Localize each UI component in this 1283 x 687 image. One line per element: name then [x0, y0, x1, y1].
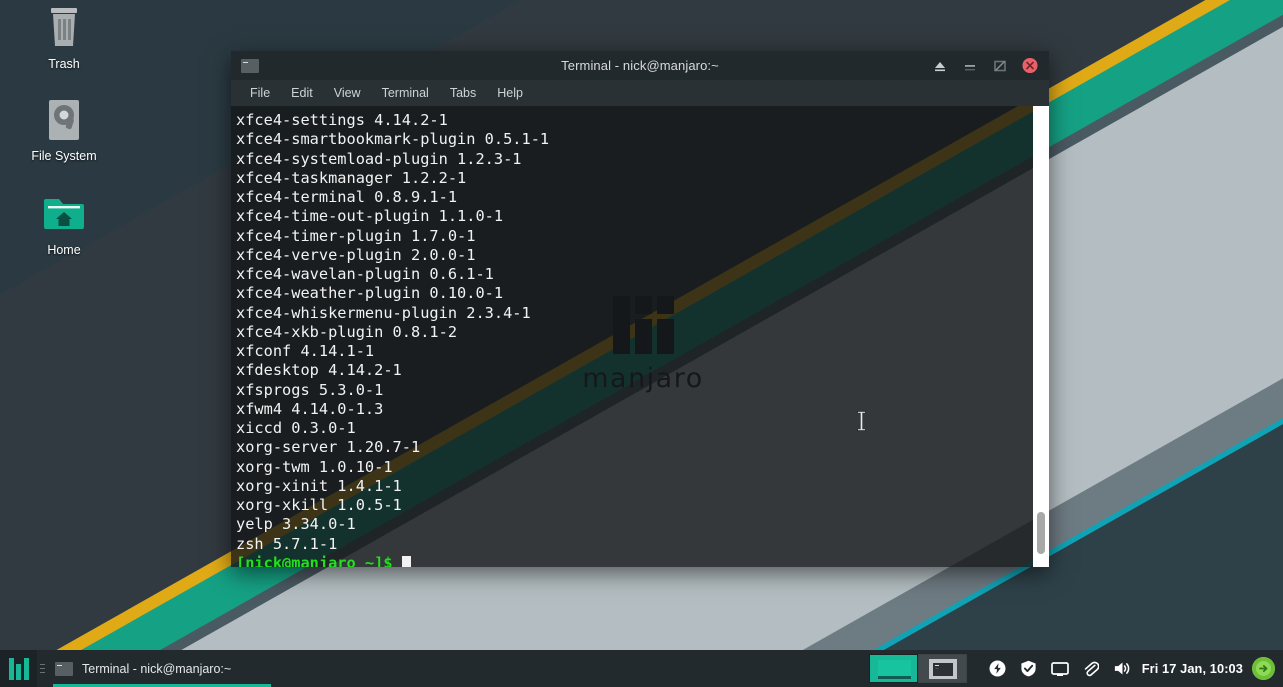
terminal-menubar[interactable]: File Edit View Terminal Tabs Help — [231, 80, 1049, 106]
terminal-cursor — [401, 555, 411, 567]
minimize-button[interactable] — [962, 58, 978, 74]
task-button-terminal[interactable]: Terminal - nick@manjaro:~ — [47, 650, 277, 687]
panel-handle[interactable] — [37, 650, 47, 687]
maximize-button[interactable] — [992, 58, 1008, 74]
terminal-line: xfconf 4.14.1-1 — [236, 342, 375, 360]
manjaro-logo-icon — [8, 657, 29, 680]
menu-item-file[interactable]: File — [241, 83, 279, 103]
window-task-list[interactable]: Terminal - nick@manjaro:~ — [47, 650, 277, 687]
taskbar-panel[interactable]: Terminal - nick@manjaro:~ Fri 17 Jan, 10… — [0, 650, 1283, 687]
menu-item-help[interactable]: Help — [488, 83, 532, 103]
window-controls[interactable] — [932, 57, 1049, 74]
terminal-output[interactable]: xfce4-settings 4.14.2-1 xfce4-smartbookma… — [236, 106, 1033, 567]
terminal-line: xfdesktop 4.14.2-1 — [236, 361, 402, 380]
terminal-line: yelp 3.34.0-1 — [236, 515, 356, 534]
terminal-titlebar[interactable]: Terminal - nick@manjaro:~ — [231, 51, 1049, 80]
workspace-2[interactable] — [917, 654, 967, 683]
manjaro-menu-button[interactable] — [0, 650, 37, 687]
menu-item-view[interactable]: View — [325, 83, 370, 103]
terminal-line: xfwm4 4.14.0-1.3 — [236, 399, 384, 418]
pamac-updates-icon[interactable] — [1020, 660, 1038, 678]
system-tray[interactable] — [967, 660, 1142, 678]
terminal-line: xfce4-settings 4.14.2-1 — [236, 111, 448, 129]
terminal-line: xorg-xinit 1.4.1-1 — [236, 476, 402, 495]
panel-spacer — [277, 650, 869, 687]
logout-button[interactable] — [1252, 657, 1275, 680]
terminal-line: xfce4-whiskermenu-plugin 2.3.4-1 — [236, 303, 531, 322]
power-manager-icon[interactable] — [989, 660, 1007, 678]
scrollbar-thumb[interactable] — [1037, 512, 1045, 554]
terminal-line: xfce4-terminal 0.8.9.1-1 — [236, 188, 458, 206]
shade-button[interactable] — [932, 58, 948, 74]
desktop-icon-label: File System — [31, 149, 97, 163]
desktop-icon-label: Trash — [48, 57, 80, 71]
terminal-icon — [55, 661, 73, 676]
terminal-line: xfce4-time-out-plugin 1.1.0-1 — [236, 207, 504, 226]
clock[interactable]: Fri 17 Jan, 10:03 — [1142, 661, 1243, 676]
terminal-line: xfce4-taskmanager 1.2.2-1 — [236, 168, 467, 187]
workspace-1-preview — [877, 660, 911, 679]
desktop-icon-label: Home — [47, 243, 81, 257]
terminal-title: Terminal - nick@manjaro:~ — [561, 58, 719, 73]
terminal-icon — [241, 58, 259, 73]
terminal-line: xfce4-wavelan-plugin 0.6.1-1 — [236, 265, 494, 283]
terminal-line: xfce4-verve-plugin 2.0.0-1 — [236, 245, 476, 264]
desktop-icon-trash[interactable]: Trash — [8, 4, 120, 71]
workspace-switcher[interactable] — [868, 652, 967, 685]
display-settings-icon[interactable] — [1050, 660, 1069, 678]
trash-icon — [8, 4, 120, 52]
home-folder-icon — [8, 190, 120, 238]
menu-item-terminal[interactable]: Terminal — [373, 83, 438, 103]
menu-item-edit[interactable]: Edit — [282, 83, 322, 103]
shell-prompt: [nick@manjaro ~]$ — [236, 553, 402, 567]
clipman-paperclip-icon[interactable] — [1082, 660, 1100, 678]
terminal-line: xfce4-xkb-plugin 0.8.1-2 — [236, 322, 458, 341]
terminal-line: xorg-xkill 1.0.5-1 — [236, 496, 402, 514]
desktop-icon-file-system[interactable]: File System — [8, 96, 120, 163]
logout-icon — [1256, 661, 1271, 676]
terminal-body[interactable]: xfce4-settings 4.14.2-1 xfce4-smartbookma… — [231, 106, 1049, 567]
workspace-1[interactable] — [868, 654, 918, 683]
terminal-line: xfce4-timer-plugin 1.7.0-1 — [236, 226, 476, 245]
terminal-line: xorg-twm 1.0.10-1 — [236, 457, 393, 476]
terminal-line: xfce4-weather-plugin 0.10.0-1 — [236, 284, 504, 303]
workspace-2-preview — [928, 659, 957, 679]
task-button-label: Terminal - nick@manjaro:~ — [82, 661, 232, 676]
volume-icon[interactable] — [1113, 660, 1131, 678]
terminal-window[interactable]: Terminal - nick@manjaro:~ File Edit View… — [231, 51, 1049, 567]
terminal-line: xiccd 0.3.0-1 — [236, 419, 356, 437]
close-button[interactable] — [1022, 57, 1038, 74]
menu-item-tabs[interactable]: Tabs — [441, 83, 485, 103]
desktop-icon-home[interactable]: Home — [8, 190, 120, 257]
desktop[interactable]: manjaro Trash File System — [0, 0, 1283, 687]
terminal-scrollbar[interactable] — [1033, 106, 1049, 567]
terminal-line: xfsprogs 5.3.0-1 — [236, 380, 384, 399]
terminal-prompt-line: [nick@manjaro ~]$ — [236, 554, 1033, 567]
terminal-line: zsh 5.7.1-1 — [236, 534, 338, 553]
harddisk-icon — [8, 96, 120, 144]
terminal-line: xfce4-smartbookmark-plugin 0.5.1-1 — [236, 130, 550, 149]
terminal-line: xorg-server 1.20.7-1 — [236, 438, 421, 457]
terminal-line: xfce4-systemload-plugin 1.2.3-1 — [236, 149, 522, 168]
